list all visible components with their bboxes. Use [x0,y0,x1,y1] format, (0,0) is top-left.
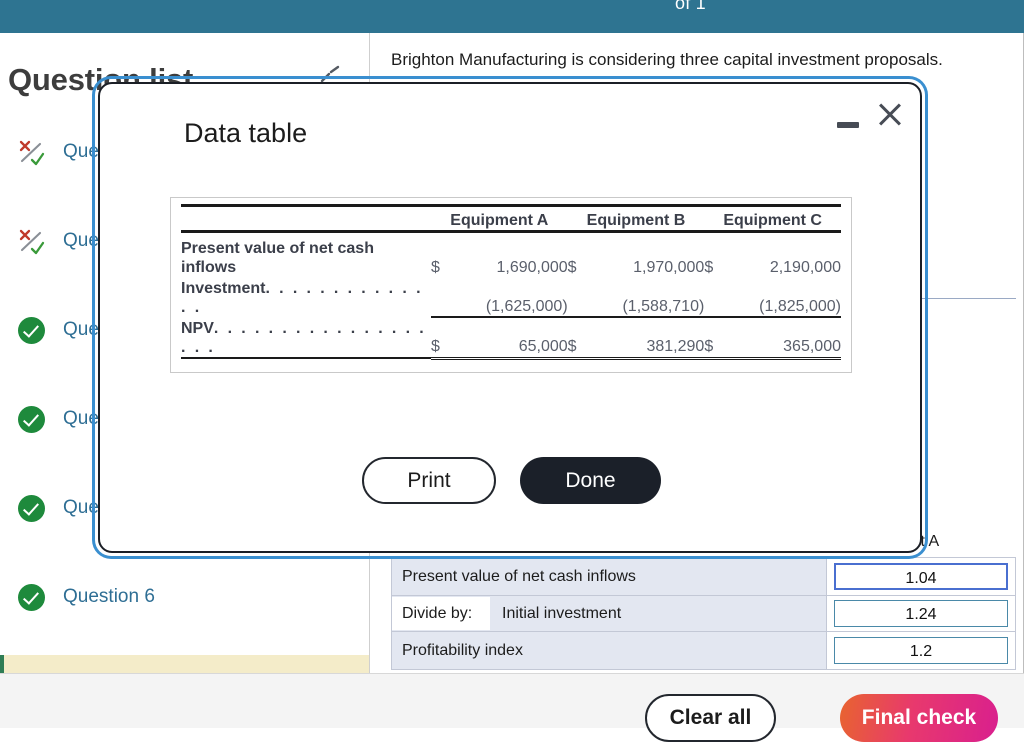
table-row: Present value of net cash inflows $ 1,69… [181,232,841,278]
currency-symbol: $ [431,259,440,276]
minimize-icon[interactable] [831,106,865,140]
sidebar-footer-strip [0,655,369,673]
final-check-button[interactable]: Final check [840,694,998,742]
table-column-header: Equipment A [450,212,549,229]
partial-credit-icon [18,228,45,255]
cell-value: 65,000 [453,317,568,360]
table-row: Profitability index 1.2 [391,631,1016,670]
check-circle-icon [18,584,45,611]
data-table-container: Equipment A Equipment B Equipment C Pres… [170,197,852,373]
row-label: Present value of net cash inflows [391,557,827,596]
row-label: Divide by: Initial investment [391,595,827,632]
problem-statement-line: Brighton Manufacturing is considering th… [391,50,943,69]
table-row: Investment. . . . . . . . . . . . . . (1… [181,277,841,318]
table-column-header: Equipment C [723,212,822,229]
partial-credit-icon [18,139,45,166]
data-table-modal: Data table Equipment A Equipment B Equip… [98,82,922,553]
pager-text: of 1 [675,0,706,13]
table-row: NPV. . . . . . . . . . . . . . . . . . .… [181,317,841,360]
value-cell: 1.24 [826,595,1016,632]
currency-symbol [431,277,453,318]
row-label: Profitability index [391,631,827,670]
done-button[interactable]: Done [520,457,661,504]
cell-value: 381,290 [589,317,705,360]
value-cell: 1.2 [826,631,1016,670]
table-column-header: Equipment B [586,212,686,229]
table-row: Present value of net cash inflows 1.04 [391,557,1016,596]
modal-title: Data table [184,118,308,148]
check-circle-icon [18,495,45,522]
table-bottom-rule [181,357,841,364]
row-label: Investment. . . . . . . . . . . . . . [181,277,431,317]
data-table: Equipment A Equipment B Equipment C Pres… [181,204,841,364]
table-header-row: Equipment A Equipment B Equipment C [181,212,841,232]
value-cell: 1.04 [826,557,1016,596]
row-label: NPV. . . . . . . . . . . . . . . . . . . [181,317,431,358]
cell-value: (1,825,000) [726,277,841,318]
check-circle-icon [18,317,45,344]
pv-inflows-input[interactable]: 1.04 [834,563,1008,590]
currency-symbol: $ [567,259,577,276]
print-button[interactable]: Print [362,457,496,504]
leader-dots: . . . . . . . . . . . . . . . . . . . [181,320,427,356]
cell-value: 365,000 [726,317,841,360]
row-label-text: NPV [181,320,214,337]
close-icon[interactable] [873,98,907,132]
check-circle-icon [18,406,45,433]
row-label: Present value of net cash inflows [181,240,374,276]
currency-symbol [704,277,727,318]
cell-value: 2,190,000 [769,259,841,276]
currency-symbol: $ [431,317,453,360]
question-list-item-label: Question 6 [63,586,155,607]
cell-value: (1,625,000) [453,277,568,318]
divide-by-prefix: Divide by: [392,597,490,630]
modal-actions: Print Done [362,457,661,504]
currency-symbol [567,277,590,318]
currency-symbol: $ [567,317,590,360]
cell-value: 1,970,000 [633,259,705,276]
row-label-text: Initial investment [502,604,622,622]
currency-symbol: $ [704,259,714,276]
cell-value: 1,690,000 [496,259,568,276]
cell-value: (1,588,710) [589,277,705,318]
top-pager-bar: of 1 [0,0,1024,33]
profitability-index-input[interactable]: 1.2 [834,637,1008,664]
currency-symbol: $ [704,317,727,360]
table-row: Divide by: Initial investment 1.24 [391,595,1016,632]
initial-investment-input[interactable]: 1.24 [834,600,1008,627]
clear-all-button[interactable]: Clear all [645,694,776,742]
row-label-text: Investment [181,280,266,297]
